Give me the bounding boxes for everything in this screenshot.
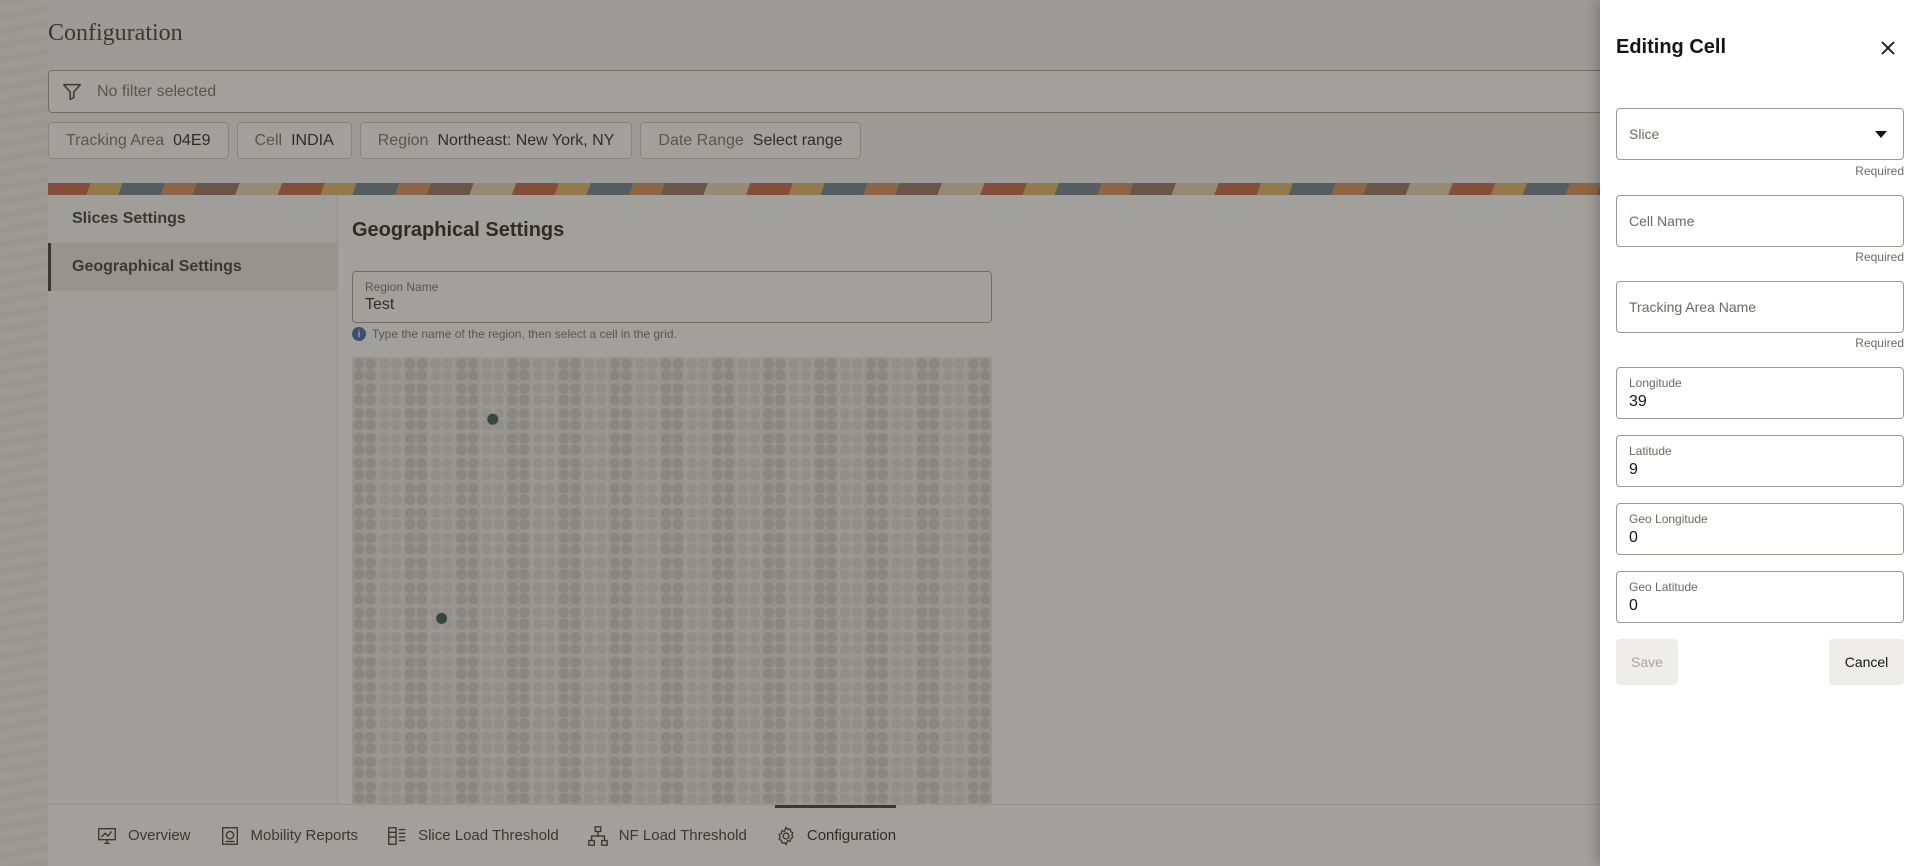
geo-latitude-value: 0 xyxy=(1629,597,1638,614)
modal-overlay[interactable] xyxy=(0,0,1600,866)
cell-name-field[interactable]: Cell Name xyxy=(1616,195,1904,247)
geo-latitude-label: Geo Latitude xyxy=(1629,580,1698,594)
slice-placeholder: Slice xyxy=(1629,126,1660,142)
slice-required: Required xyxy=(1855,164,1904,178)
longitude-value: 39 xyxy=(1629,393,1647,410)
save-button[interactable]: Save xyxy=(1616,639,1678,685)
cancel-button[interactable]: Cancel xyxy=(1829,639,1904,685)
geo-longitude-field[interactable]: Geo Longitude 0 xyxy=(1616,503,1904,555)
close-button[interactable] xyxy=(1874,34,1902,62)
tracking-area-name-field[interactable]: Tracking Area Name xyxy=(1616,281,1904,333)
longitude-field[interactable]: Longitude 39 xyxy=(1616,367,1904,419)
latitude-label: Latitude xyxy=(1629,444,1672,458)
slice-select[interactable]: Slice xyxy=(1616,108,1904,160)
close-icon xyxy=(1881,41,1895,55)
geo-longitude-value: 0 xyxy=(1629,529,1638,546)
latitude-value: 9 xyxy=(1629,461,1638,478)
latitude-field[interactable]: Latitude 9 xyxy=(1616,435,1904,487)
longitude-label: Longitude xyxy=(1629,376,1682,390)
editing-cell-drawer: Editing Cell Slice Required Cell Name Re… xyxy=(1600,0,1920,866)
tracking-area-name-required: Required xyxy=(1855,336,1904,350)
drawer-title: Editing Cell xyxy=(1616,36,1726,58)
caret-down-icon xyxy=(1875,131,1887,138)
tracking-area-name-placeholder: Tracking Area Name xyxy=(1629,299,1757,315)
geo-latitude-field[interactable]: Geo Latitude 0 xyxy=(1616,571,1904,623)
cell-name-placeholder: Cell Name xyxy=(1629,213,1695,229)
cell-name-required: Required xyxy=(1855,250,1904,264)
geo-longitude-label: Geo Longitude xyxy=(1629,512,1708,526)
